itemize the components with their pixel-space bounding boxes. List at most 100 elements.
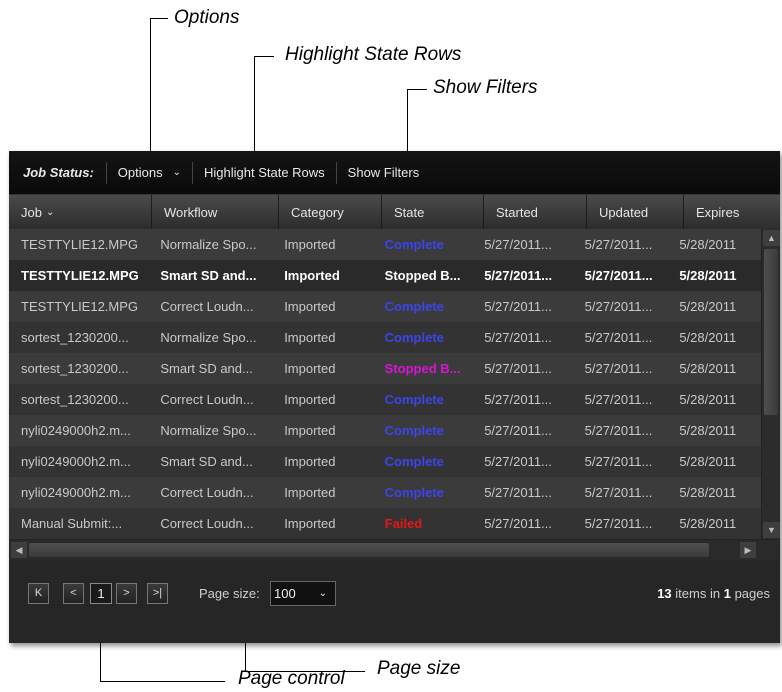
options-menu-button[interactable]: Options ⌄	[107, 165, 192, 180]
options-callout: Options	[174, 7, 240, 28]
table-header: Job ⌄ Workflow Category State Started Up…	[9, 195, 780, 229]
highlight-leader-vertical	[254, 56, 255, 161]
table-row[interactable]: nyli0249000h2.m... Normalize Spo... Import…	[9, 415, 761, 446]
cell-category: Imported	[284, 237, 336, 252]
cell-job: Manual Submit:...	[21, 516, 123, 531]
horizontal-scroll-thumb[interactable]	[29, 543, 709, 557]
cell-expires: 5/28/2011	[679, 392, 737, 407]
cell-expires: 5/28/2011	[679, 268, 737, 283]
cell-started: 5/27/2011...	[484, 454, 552, 469]
table-row[interactable]: sortest_1230200... Smart SD and... Importe…	[9, 353, 761, 384]
page-size-label: Page size:	[199, 586, 260, 601]
cell-state: Failed	[384, 516, 423, 531]
cell-workflow: Correct Loudn...	[160, 392, 254, 407]
cell-updated: 5/27/2011...	[584, 237, 653, 252]
cell-updated: 5/27/2011...	[584, 516, 653, 531]
table-body: TESTTYLIE12.MPG Normalize Spo... Imported C…	[9, 229, 761, 539]
last-page-icon[interactable]: >|	[147, 583, 168, 604]
table-row[interactable]: TESTTYLIE12.MPG Correct Loudn... Imported C…	[9, 291, 761, 322]
current-page[interactable]: 1	[90, 583, 112, 604]
cell-category: Imported	[284, 299, 336, 314]
cell-updated: 5/27/2011...	[584, 454, 653, 469]
cell-updated: 5/27/2011...	[584, 268, 653, 283]
table-row[interactable]: sortest_1230200... Normalize Spo... Import…	[9, 322, 761, 353]
highlight-state-rows-button[interactable]: Highlight State Rows	[193, 165, 336, 180]
chevron-down-icon: ⌄	[318, 588, 327, 599]
next-page-icon[interactable]: >	[116, 583, 137, 604]
toolbar-title: Job Status:	[23, 165, 94, 180]
cell-category: Imported	[284, 516, 336, 531]
column-header-updated[interactable]: Updated	[587, 195, 684, 229]
column-header-workflow[interactable]: Workflow	[152, 195, 279, 229]
options-label: Options	[117, 165, 163, 180]
page-size-select[interactable]: 100 ⌄	[270, 581, 336, 606]
horizontal-scrollbar[interactable]: ◀ ▶	[9, 539, 780, 560]
cell-expires: 5/28/2011	[679, 299, 737, 314]
cell-workflow: Smart SD and...	[160, 361, 253, 376]
cell-expires: 5/28/2011	[679, 454, 737, 469]
page-size-callout: Page size	[377, 658, 461, 679]
cell-state: Complete	[384, 423, 444, 438]
pages-text: pages	[734, 586, 770, 601]
items-text: items in	[675, 586, 721, 601]
prev-page-icon[interactable]: <	[63, 583, 84, 604]
cell-workflow: Correct Loudn...	[160, 299, 254, 314]
cell-state: Complete	[384, 299, 444, 314]
column-header-expires[interactable]: Expires	[684, 195, 780, 229]
column-label: Job	[21, 204, 42, 220]
first-page-icon[interactable]: K	[28, 583, 49, 604]
cell-category: Imported	[284, 361, 336, 376]
cell-job: TESTTYLIE12.MPG	[21, 268, 139, 283]
table-row[interactable]: nyli0249000h2.m... Correct Loudn... Import…	[9, 477, 761, 508]
page-size-value: 100	[274, 586, 296, 601]
vertical-scrollbar[interactable]: ▲ ▼	[761, 229, 780, 539]
scroll-up-icon[interactable]: ▲	[763, 230, 780, 246]
cell-job: sortest_1230200...	[21, 361, 129, 376]
pages-count: 1	[723, 586, 731, 601]
sort-desc-icon: ⌄	[45, 206, 55, 218]
cell-category: Imported	[284, 392, 336, 407]
column-header-job[interactable]: Job ⌄	[9, 195, 152, 229]
cell-workflow: Normalize Spo...	[160, 330, 257, 345]
cell-expires: 5/28/2011	[679, 237, 737, 252]
cell-job: sortest_1230200...	[21, 330, 129, 345]
cell-state: Stopped B...	[384, 361, 461, 376]
scroll-right-icon[interactable]: ▶	[740, 542, 756, 558]
column-header-category[interactable]: Category	[279, 195, 382, 229]
cell-category: Imported	[284, 330, 336, 345]
cell-job: nyli0249000h2.m...	[21, 485, 131, 500]
items-summary: 13 items in 1 pages	[657, 586, 770, 601]
chevron-down-icon: ⌄	[172, 167, 181, 178]
cell-category: Imported	[284, 454, 336, 469]
cell-expires: 5/28/2011	[679, 516, 737, 531]
cell-started: 5/27/2011...	[484, 237, 552, 252]
scroll-left-icon[interactable]: ◀	[11, 542, 27, 558]
column-header-started[interactable]: Started	[484, 195, 587, 229]
cell-updated: 5/27/2011...	[584, 423, 653, 438]
table-row[interactable]: Manual Submit:... Correct Loudn... Importe…	[9, 508, 761, 539]
cell-workflow: Smart SD and...	[160, 454, 253, 469]
filters-leader-horizontal	[407, 89, 427, 90]
table-row[interactable]: TESTTYLIE12.MPG Smart SD and... Imported St…	[9, 260, 761, 291]
column-header-state[interactable]: State	[382, 195, 484, 229]
options-leader-horizontal	[150, 18, 168, 19]
cell-workflow: Normalize Spo...	[160, 423, 257, 438]
cell-workflow: Normalize Spo...	[160, 237, 257, 252]
items-count: 13	[657, 586, 672, 601]
cell-category: Imported	[284, 268, 340, 283]
table-row[interactable]: nyli0249000h2.m... Smart SD and... Importe…	[9, 446, 761, 477]
show-filters-button[interactable]: Show Filters	[337, 165, 431, 180]
cell-category: Imported	[284, 423, 336, 438]
filters-callout: Show Filters	[433, 77, 538, 98]
cell-job: sortest_1230200...	[21, 392, 129, 407]
table-row[interactable]: sortest_1230200... Correct Loudn... Import…	[9, 384, 761, 415]
job-status-panel: Job Status: Options ⌄ Highlight State Ro…	[9, 151, 780, 643]
table-row[interactable]: TESTTYLIE12.MPG Normalize Spo... Imported C…	[9, 229, 761, 260]
cell-state: Complete	[384, 392, 444, 407]
scroll-down-icon[interactable]: ▼	[763, 522, 780, 538]
page-size-leader-vertical	[245, 643, 246, 671]
vertical-scroll-thumb[interactable]	[764, 249, 778, 415]
cell-state: Complete	[384, 237, 444, 252]
cell-started: 5/27/2011...	[484, 361, 552, 376]
cell-state: Complete	[384, 485, 444, 500]
